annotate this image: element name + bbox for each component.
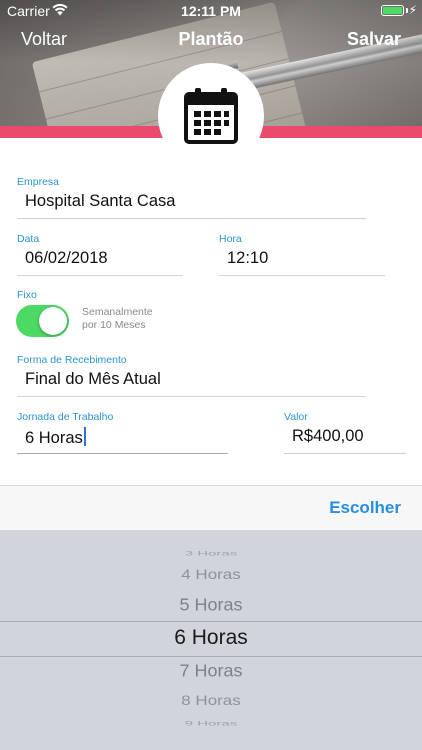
back-button[interactable]: Voltar: [21, 29, 67, 50]
forma-recebimento-field[interactable]: Forma de Recebimento Final do Mês Atual: [17, 354, 366, 397]
picker-option[interactable]: 8 Horas: [0, 693, 422, 709]
status-time: 12:11 PM: [181, 3, 241, 19]
data-value: 06/02/2018: [25, 249, 108, 267]
save-button[interactable]: Salvar: [347, 29, 401, 50]
fixo-desc-line1: Semanalmente: [82, 306, 153, 318]
picker-option[interactable]: 6 Horas: [0, 626, 422, 650]
jornada-field[interactable]: Jornada de Trabalho 6 Horas: [17, 411, 228, 454]
forma-recebimento-value: Final do Mês Atual: [25, 370, 161, 388]
choose-button[interactable]: Escolher: [329, 498, 401, 518]
empresa-label: Empresa: [17, 176, 60, 188]
valor-value: R$400,00: [292, 427, 364, 445]
forma-recebimento-label: Forma de Recebimento: [17, 354, 127, 366]
valor-label: Valor: [284, 411, 308, 423]
valor-field[interactable]: Valor R$400,00: [284, 411, 406, 454]
data-field[interactable]: Data 06/02/2018: [17, 233, 183, 276]
empresa-field[interactable]: Empresa Hospital Santa Casa: [17, 176, 366, 219]
picker-option[interactable]: 9 Horas: [0, 719, 422, 727]
charging-bolt-icon: ⚡: [408, 3, 417, 17]
jornada-value: 6 Horas: [25, 429, 83, 447]
fixo-description: Semanalmente por 10 Meses: [82, 306, 153, 331]
hora-label: Hora: [219, 233, 242, 245]
fixo-desc-line2: por 10 Meses: [82, 318, 146, 331]
picker-option[interactable]: 5 Horas: [0, 595, 422, 615]
fixo-toggle[interactable]: [16, 305, 69, 337]
jornada-label: Jornada de Trabalho: [17, 411, 114, 423]
fixo-label: Fixo: [17, 289, 37, 301]
data-label: Data: [17, 233, 40, 245]
picker-option[interactable]: 4 Horas: [0, 567, 422, 583]
hora-field[interactable]: Hora 12:10: [219, 233, 385, 276]
picker-toolbar: Escolher: [0, 485, 422, 530]
status-bar: Carrier 12:11 PM ⚡: [0, 0, 422, 22]
calendar-icon: [184, 88, 238, 144]
empresa-value: Hospital Santa Casa: [25, 192, 176, 210]
calendar-badge: [158, 63, 264, 169]
picker-option[interactable]: 3 Horas: [0, 549, 422, 557]
text-cursor: [83, 427, 86, 446]
toggle-knob: [39, 307, 67, 335]
picker-option[interactable]: 7 Horas: [0, 661, 422, 681]
hora-value: 12:10: [227, 249, 269, 267]
battery-icon: [381, 5, 404, 16]
hours-picker[interactable]: 3 Horas 4 Horas 5 Horas 6 Horas 7 Horas 8 Hor…: [0, 530, 422, 750]
